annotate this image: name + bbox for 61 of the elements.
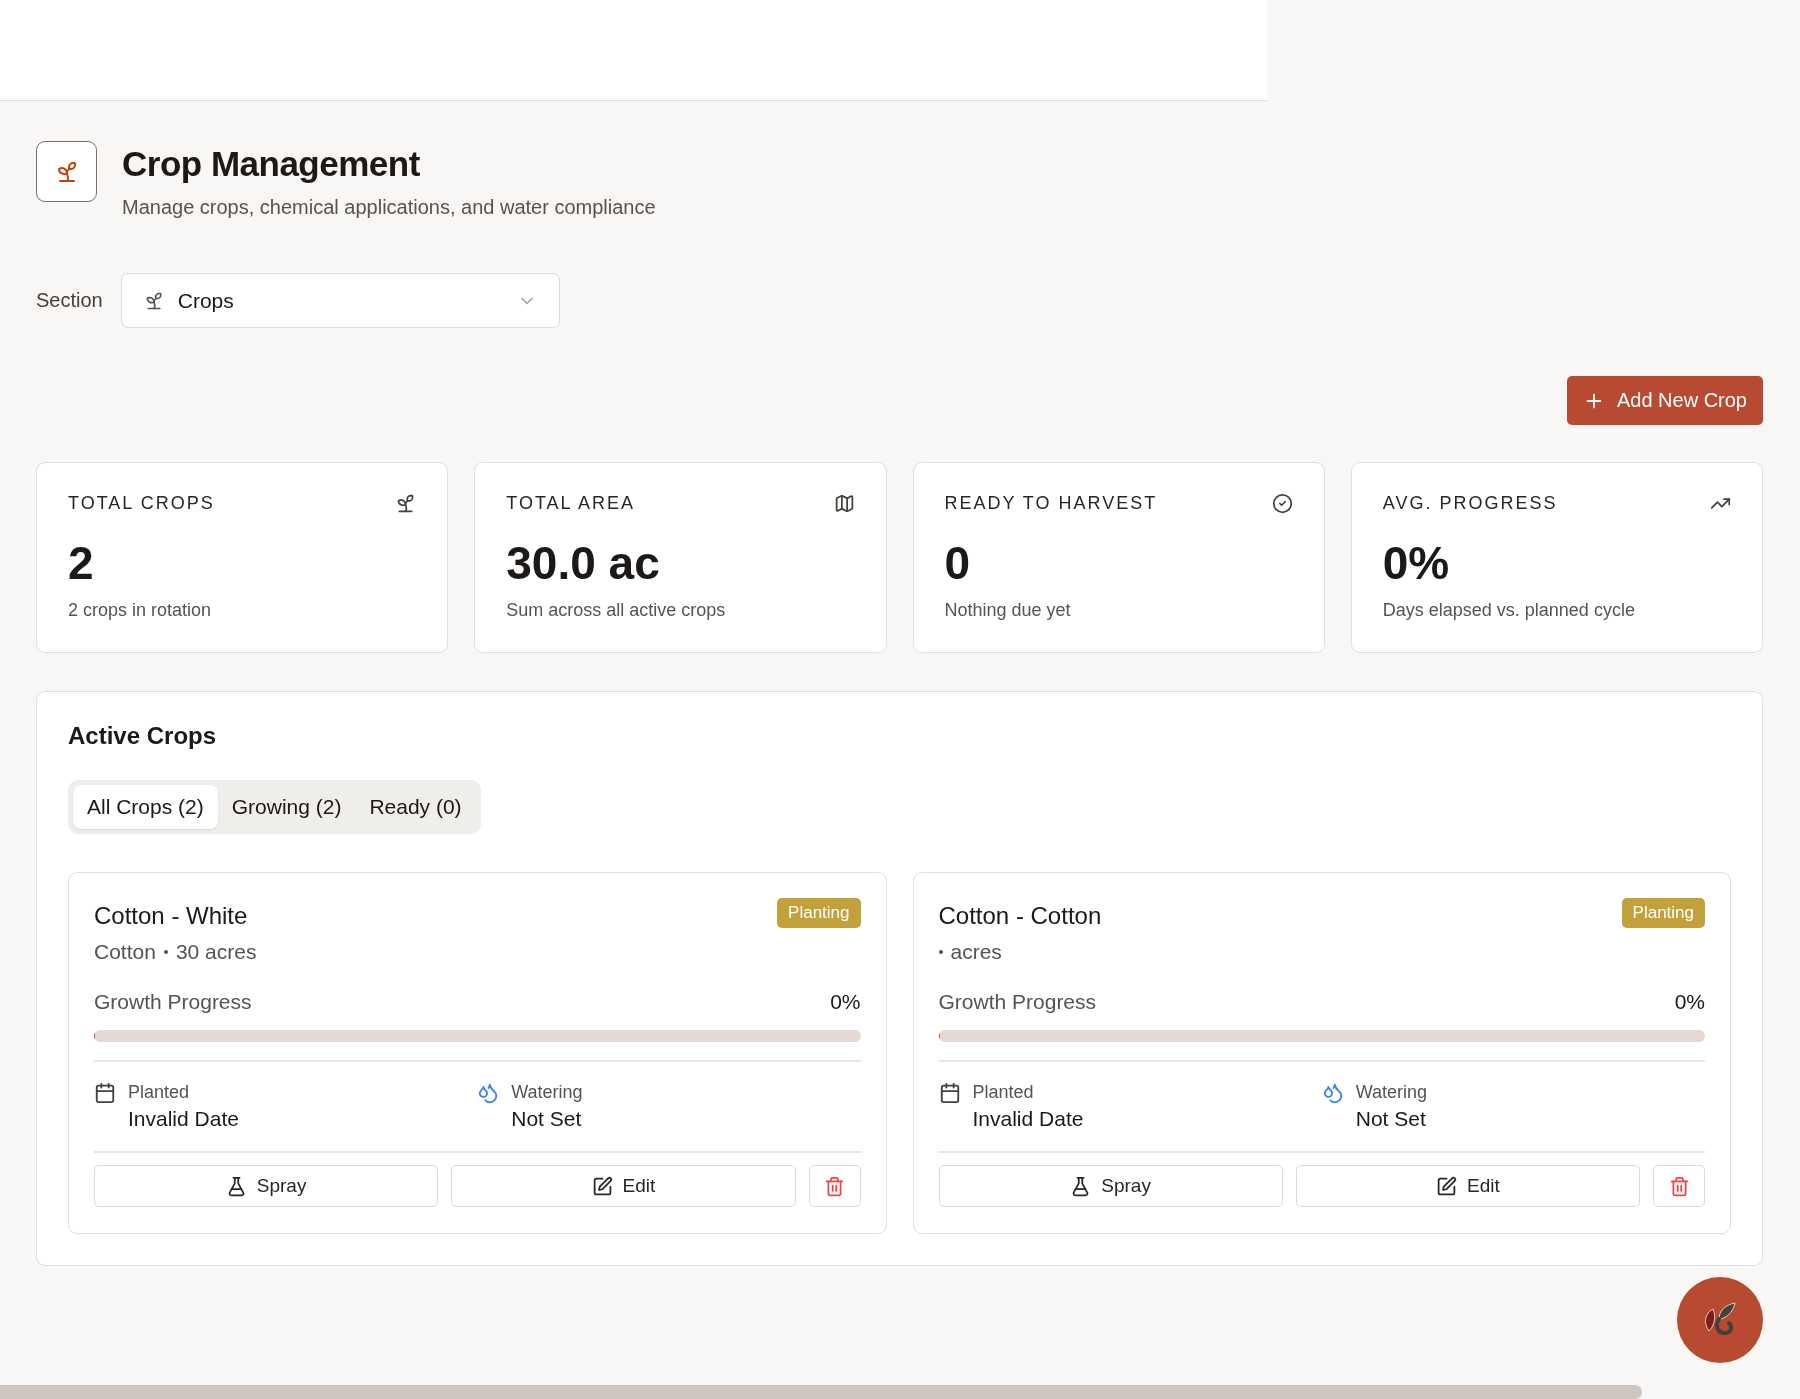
watering-label: Watering xyxy=(511,1082,583,1103)
crop-name: Cotton - White xyxy=(94,902,248,930)
edit-button[interactable]: Edit xyxy=(451,1165,796,1207)
separator-dot xyxy=(938,950,943,954)
stat-value: 2 xyxy=(68,536,95,590)
page-title: Crop Management xyxy=(122,144,421,184)
planted-label: Planted xyxy=(972,1082,1035,1103)
progress-value: 0% xyxy=(830,990,861,1014)
page-subtitle: Manage crops, chemical applications, and water compliance xyxy=(122,196,656,219)
stat-label: READY TO HARVEST xyxy=(944,493,1158,514)
separator-dot xyxy=(163,950,168,954)
status-badge: Planting xyxy=(1621,898,1705,928)
crop-type: Cotton xyxy=(94,940,156,964)
stat-label: AVG. PROGRESS xyxy=(1382,493,1558,514)
progress-label: Growth Progress xyxy=(938,990,1097,1014)
stat-note: Sum across all active crops xyxy=(506,600,727,621)
stat-value: 0 xyxy=(944,536,972,590)
planted-label: Planted xyxy=(128,1082,191,1103)
stat-note: 2 crops in rotation xyxy=(68,600,213,621)
edit-button[interactable]: Edit xyxy=(1295,1165,1640,1207)
crop-area: acres xyxy=(950,940,1002,964)
watering-value: Not Set xyxy=(511,1107,583,1131)
filter-tab[interactable]: Ready (0) xyxy=(355,785,476,829)
edit-icon xyxy=(591,1175,613,1197)
crop-area: 30 acres xyxy=(175,940,257,964)
panel-title: Active Crops xyxy=(68,722,218,750)
progress-label: Growth Progress xyxy=(94,990,252,1014)
crop-name: Cotton - Cotton xyxy=(938,902,1102,930)
delete-button[interactable] xyxy=(1653,1165,1705,1207)
trash-icon xyxy=(824,1175,845,1197)
planted-value: Invalid Date xyxy=(972,1107,1084,1131)
stat-value: 30.0 ac xyxy=(506,536,661,590)
droplets-icon xyxy=(1321,1082,1344,1104)
stat-value: 0% xyxy=(1382,536,1451,590)
spray-button[interactable]: Spray xyxy=(938,1165,1283,1207)
droplets-icon xyxy=(477,1082,500,1104)
map-icon xyxy=(833,493,855,514)
stat-label: TOTAL CROPS xyxy=(68,493,215,514)
stat-note: Days elapsed vs. planned cycle xyxy=(1382,600,1636,621)
status-badge: Planting xyxy=(777,898,861,928)
edit-icon xyxy=(1436,1175,1457,1197)
stat-note: Nothing due yet xyxy=(944,600,1072,621)
sprout-icon xyxy=(36,141,97,202)
section-label: Section xyxy=(36,289,103,312)
section-select[interactable]: Crops xyxy=(120,273,560,328)
spray-button[interactable]: Spray xyxy=(94,1165,439,1207)
calendar-icon xyxy=(938,1082,961,1104)
calendar-icon xyxy=(94,1082,116,1104)
watering-label: Watering xyxy=(1355,1082,1428,1103)
filter-tab[interactable]: Growing (2) xyxy=(217,785,356,829)
progress-value: 0% xyxy=(1674,990,1705,1014)
add-crop-button[interactable]: Add New Crop xyxy=(1566,376,1763,425)
stat-label: TOTAL AREA xyxy=(506,493,635,514)
delete-button[interactable] xyxy=(808,1165,861,1207)
watering-value: Not Set xyxy=(1355,1107,1427,1131)
scrollbar-thumb[interactable] xyxy=(0,1385,1642,1399)
planted-value: Invalid Date xyxy=(128,1107,239,1131)
filter-tab[interactable]: All Crops (2) xyxy=(73,785,218,829)
check-circle-icon xyxy=(1271,493,1293,514)
sprout-icon xyxy=(143,290,164,311)
trash-icon xyxy=(1668,1175,1690,1197)
